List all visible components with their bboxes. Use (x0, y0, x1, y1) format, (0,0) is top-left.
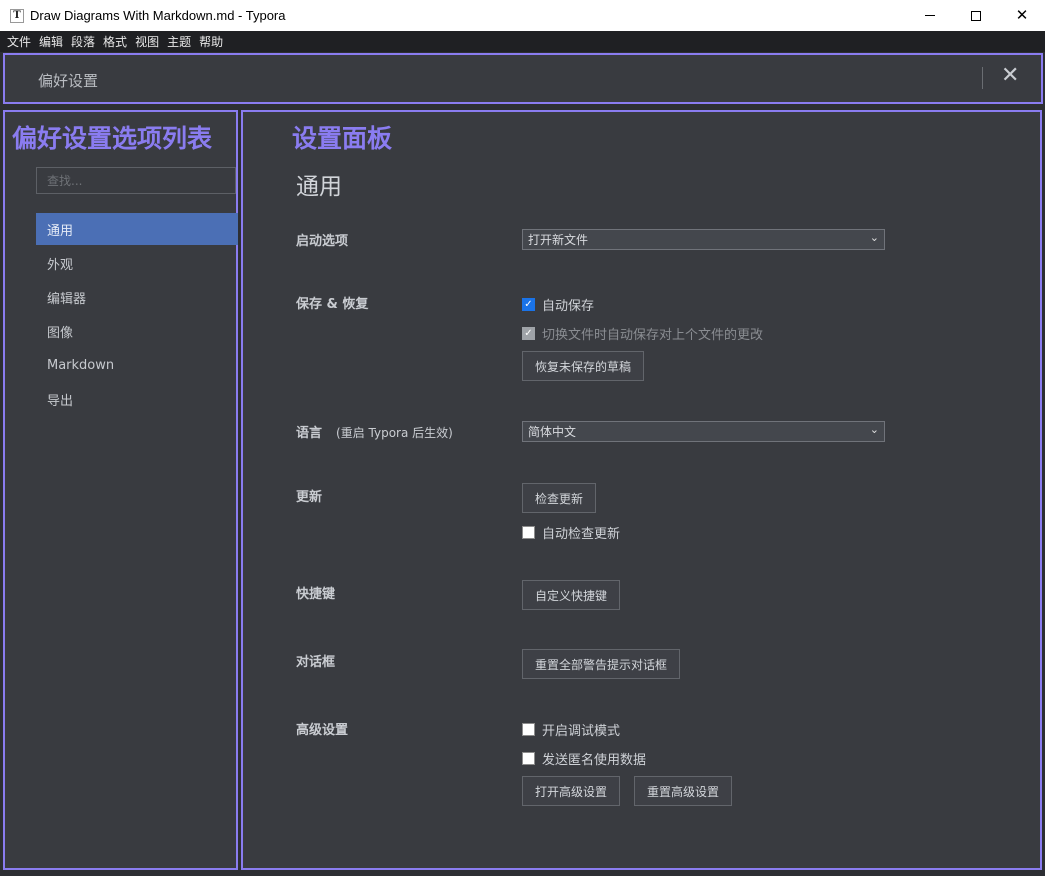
chevron-down-icon: ⌄ (869, 423, 879, 436)
debug-mode-label: 开启调试模式 (542, 724, 621, 739)
minimize-button[interactable] (907, 0, 953, 31)
typora-app-icon: T (10, 8, 24, 23)
switch-save-label: 切换文件时自动保存对上个文件的更改 (542, 328, 764, 343)
preferences-sidebar: 偏好设置选项列表 通用 外观 编辑器 图像 Markdown 导出 (3, 110, 238, 870)
telemetry-checkbox[interactable]: 发送匿名使用数据 (522, 749, 646, 768)
checkbox-checked-icon: ✓ (522, 298, 535, 311)
language-select-value: 简体中文 (528, 425, 577, 439)
close-preferences-icon[interactable]: ✕ (1001, 65, 1019, 87)
nav-item-markdown[interactable]: Markdown (36, 349, 238, 381)
menu-bar: 文件 编辑 段落 格式 视图 主题 帮助 (0, 31, 1045, 52)
window-title: Draw Diagrams With Markdown.md - Typora (30, 8, 286, 23)
header-divider (982, 67, 983, 89)
shortcuts-label: 快捷键 (296, 587, 336, 602)
reset-dialogs-button[interactable]: 重置全部警告提示对话框 (522, 649, 681, 679)
switch-save-checkbox[interactable]: ✓ 切换文件时自动保存对上个文件的更改 (522, 324, 763, 343)
preferences-nav: 通用 外观 编辑器 图像 Markdown 导出 (36, 213, 238, 417)
close-window-button[interactable]: ✕ (999, 0, 1045, 31)
checkbox-unchecked-icon (522, 752, 535, 765)
dialogs-label: 对话框 (296, 655, 336, 670)
startup-select[interactable]: 打开新文件 ⌄ (522, 229, 885, 250)
autosave-checkbox[interactable]: ✓ 自动保存 (522, 295, 594, 314)
language-select[interactable]: 简体中文 ⌄ (522, 421, 885, 442)
maximize-icon (971, 10, 981, 21)
debug-mode-checkbox[interactable]: 开启调试模式 (522, 720, 620, 739)
checkbox-unchecked-icon (522, 526, 535, 539)
update-label: 更新 (296, 490, 323, 505)
window-title-bar: T Draw Diagrams With Markdown.md - Typor… (0, 0, 1045, 31)
menu-edit[interactable]: 编辑 (39, 33, 63, 50)
search-input[interactable] (36, 167, 236, 194)
startup-label: 启动选项 (296, 234, 349, 249)
save-restore-label: 保存 & 恢复 (296, 297, 369, 312)
menu-file[interactable]: 文件 (7, 33, 31, 50)
preferences-title: 偏好设置 (38, 72, 99, 90)
nav-item-editor[interactable]: 编辑器 (36, 281, 238, 313)
settings-panel: 设置面板 通用 启动选项 打开新文件 ⌄ 保存 & 恢复 ✓ 自动保存 ✓ 切换… (241, 110, 1042, 870)
language-label-text: 语言 (296, 426, 323, 441)
sidebar-annotation: 偏好设置选项列表 (12, 124, 213, 153)
menu-paragraph[interactable]: 段落 (71, 33, 95, 50)
language-note: (重启 Typora 后生效) (336, 426, 453, 440)
telemetry-label: 发送匿名使用数据 (542, 753, 647, 768)
restore-drafts-button[interactable]: 恢复未保存的草稿 (522, 351, 645, 381)
check-update-button[interactable]: 检查更新 (522, 483, 597, 513)
panel-annotation: 设置面板 (292, 124, 393, 153)
close-icon: ✕ (1015, 6, 1029, 24)
maximize-button[interactable] (953, 0, 999, 31)
language-label: 语言 (重启 Typora 后生效) (296, 422, 453, 441)
reset-advanced-button[interactable]: 重置高级设置 (634, 776, 733, 806)
chevron-down-icon: ⌄ (869, 231, 879, 244)
window-controls: ✕ (907, 0, 1045, 31)
nav-item-general[interactable]: 通用 (36, 213, 238, 245)
startup-select-value: 打开新文件 (528, 233, 589, 247)
checkbox-disabled-icon: ✓ (522, 327, 535, 340)
menu-theme[interactable]: 主题 (167, 33, 191, 50)
checkbox-unchecked-icon (522, 723, 535, 736)
menu-view[interactable]: 视图 (135, 33, 159, 50)
section-title: 通用 (296, 174, 342, 200)
autosave-label: 自动保存 (542, 299, 595, 314)
auto-check-update-checkbox[interactable]: 自动检查更新 (522, 523, 620, 542)
minimize-icon (925, 15, 935, 16)
menu-help[interactable]: 帮助 (199, 33, 223, 50)
preferences-header: 偏好设置 ✕ (3, 53, 1043, 104)
nav-item-appearance[interactable]: 外观 (36, 247, 238, 279)
nav-item-image[interactable]: 图像 (36, 315, 238, 347)
menu-format[interactable]: 格式 (103, 33, 127, 50)
auto-check-update-label: 自动检查更新 (542, 527, 621, 542)
open-advanced-button[interactable]: 打开高级设置 (522, 776, 621, 806)
nav-item-export[interactable]: 导出 (36, 383, 238, 415)
customize-shortcuts-button[interactable]: 自定义快捷键 (522, 580, 621, 610)
advanced-label: 高级设置 (296, 723, 349, 738)
